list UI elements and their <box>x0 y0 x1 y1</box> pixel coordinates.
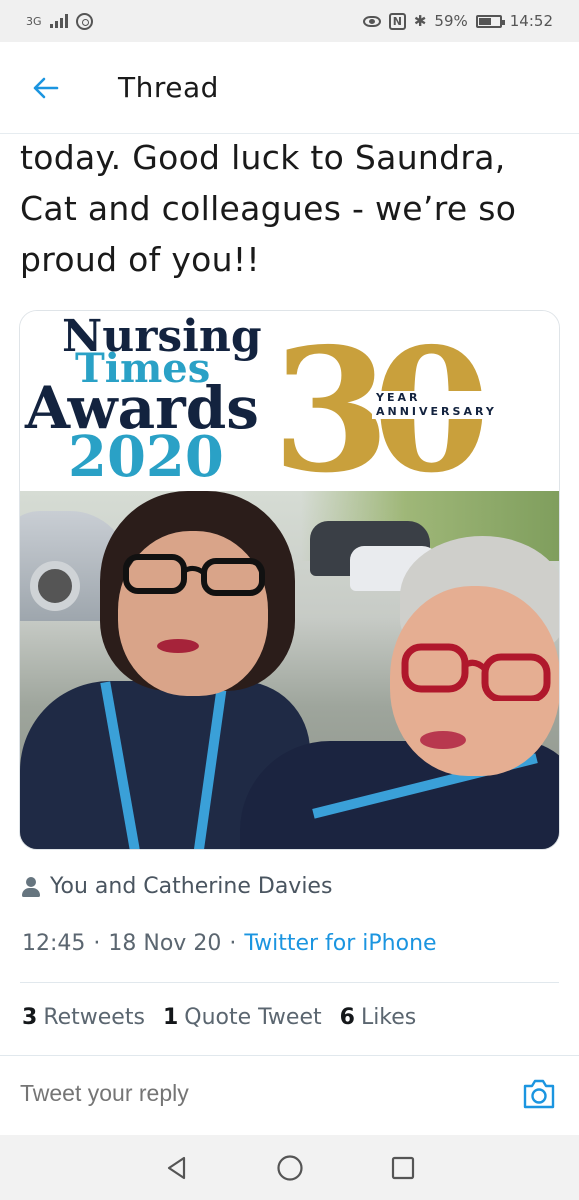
tweet-text-line: Cat and colleagues - we’re so <box>20 189 517 228</box>
anniversary-line: YEAR <box>376 391 421 404</box>
reply-input[interactable] <box>20 1080 490 1107</box>
tweet-image[interactable]: Nursing Times Awards 2020 30 YEAR ANNIVE… <box>19 310 560 850</box>
back-button[interactable] <box>0 42 90 134</box>
glasses-red <box>401 643 551 701</box>
camera-icon[interactable] <box>521 1077 557 1111</box>
quotes-count: 1 <box>162 1005 179 1030</box>
arrow-left-icon <box>33 77 59 98</box>
tweet-time: 12:45 <box>22 931 86 956</box>
awards-logo: Nursing Times Awards 2020 30 YEAR ANNIVE… <box>20 311 559 496</box>
meta-separator: · <box>229 931 237 956</box>
nav-back-button[interactable] <box>157 1148 197 1188</box>
reply-bar <box>0 1055 579 1135</box>
page-title: Thread <box>118 71 219 104</box>
battery-percent: 59% <box>434 12 468 30</box>
meta-separator: · <box>93 931 101 956</box>
signal-icon <box>49 14 68 28</box>
likes-stat[interactable]: 6 Likes <box>340 1005 417 1030</box>
tweet-text: today. Good luck to Saundra, Cat and col… <box>20 132 565 285</box>
logo-word-year: 2020 <box>68 424 224 490</box>
tweet-stats: 3 Retweets 1 Quote Tweet 6 Likes <box>22 1005 416 1030</box>
selfie-photo <box>20 491 559 849</box>
battery-icon <box>475 14 505 28</box>
tweet-text-line: today. Good luck to Saundra, <box>20 138 506 177</box>
anniversary-label: YEAR ANNIVERSARY <box>372 391 497 419</box>
status-left: 3G <box>26 12 93 30</box>
eye-comfort-icon <box>362 15 381 27</box>
header: Thread <box>0 42 579 134</box>
status-bar: 3G N ✱ 59% 14:52 <box>0 0 579 42</box>
retweets-count: 3 <box>22 1005 38 1030</box>
tweet-meta: 12:45 · 18 Nov 20 · Twitter for iPhone <box>22 931 437 956</box>
anniversary-line: ANNIVERSARY <box>376 405 497 418</box>
circle-home-icon <box>276 1154 303 1181</box>
person-icon <box>22 876 40 897</box>
whatsapp-icon <box>75 12 93 30</box>
square-recents-icon <box>391 1156 414 1179</box>
liked-by-text: You and Catherine Davies <box>50 874 333 899</box>
retweets-stat[interactable]: 3 Retweets <box>22 1005 145 1030</box>
nav-recents-button[interactable] <box>383 1148 423 1188</box>
liked-by[interactable]: You and Catherine Davies <box>22 874 332 899</box>
retweets-label: Retweets <box>43 1005 145 1030</box>
likes-count: 6 <box>339 1005 355 1030</box>
system-nav-bar <box>0 1135 579 1200</box>
tweet-date: 18 Nov 20 <box>108 931 222 956</box>
person-left-lips <box>157 639 199 653</box>
likes-label: Likes <box>360 1005 417 1030</box>
tweet-text-line: proud of you!! <box>20 240 260 279</box>
tweet-source-link[interactable]: Twitter for iPhone <box>244 931 436 956</box>
network-type: 3G <box>26 14 42 28</box>
glasses-black <box>123 554 265 596</box>
quote-tweets-stat[interactable]: 1 Quote Tweet <box>163 1005 322 1030</box>
nfc-icon: N <box>388 12 406 30</box>
triangle-back-icon <box>167 1156 185 1179</box>
divider <box>20 982 559 983</box>
nav-home-button[interactable] <box>270 1148 310 1188</box>
status-time: 14:52 <box>509 12 553 30</box>
status-right: N ✱ 59% 14:52 <box>362 12 553 30</box>
bluetooth-icon: ✱ <box>413 12 427 30</box>
quotes-label: Quote Tweet <box>184 1005 322 1030</box>
person-right-lips <box>420 731 466 749</box>
photo-car-wheel <box>30 561 80 611</box>
